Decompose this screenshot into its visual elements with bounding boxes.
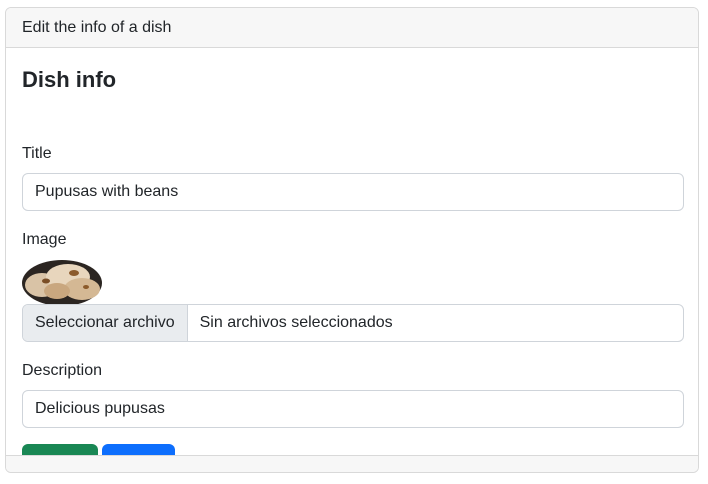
title-input[interactable]: Pupusas with beans — [22, 173, 684, 211]
file-status-text: Sin archivos seleccionados — [199, 314, 393, 331]
edit-dish-card: Edit the info of a dish Dish info Title … — [5, 7, 699, 473]
card-header: Edit the info of a dish — [6, 8, 698, 48]
dish-image-thumbnail — [22, 259, 102, 304]
card-footer — [6, 455, 698, 472]
image-file-input[interactable]: Seleccionar archivo Sin archivos selecci… — [22, 304, 684, 342]
image-label: Image — [22, 231, 67, 248]
description-input[interactable]: Delicious pupusas — [22, 390, 684, 428]
description-label: Description — [22, 362, 103, 379]
title-label: Title — [22, 145, 52, 162]
choose-file-button[interactable]: Seleccionar archivo — [23, 305, 188, 341]
page-title: Dish info — [22, 67, 117, 92]
